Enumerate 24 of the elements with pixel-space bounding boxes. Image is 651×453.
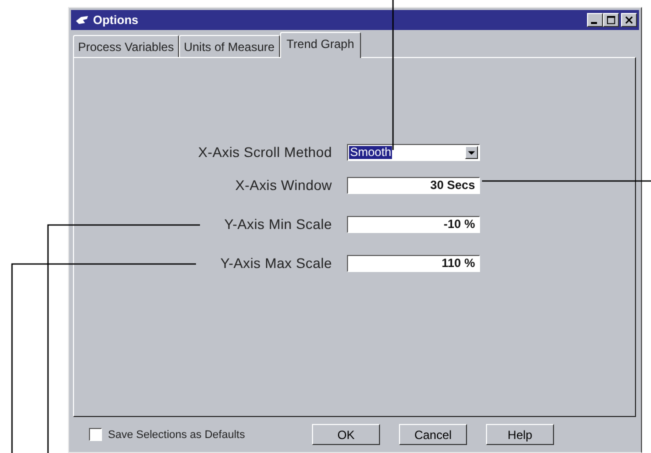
window-title: Options	[93, 13, 140, 27]
field-label: X-Axis Scroll Method	[197, 144, 332, 161]
input-field[interactable]: 110 %	[347, 255, 480, 272]
dialog-button[interactable]: Help	[486, 424, 554, 445]
input-field[interactable]: 30 Secs	[347, 177, 480, 194]
tab[interactable]: Units of Measure	[178, 35, 280, 57]
minimize-icon	[591, 22, 597, 24]
dropdown[interactable]: Smooth	[347, 144, 480, 161]
tab[interactable]: Trend Graph	[280, 32, 362, 58]
tab[interactable]: Process Variables	[73, 35, 179, 57]
minimize-button[interactable]	[587, 13, 603, 27]
maximize-icon	[606, 16, 616, 24]
field-label: Y-Axis Max Scale	[219, 255, 332, 272]
input-field[interactable]: -10 %	[347, 216, 480, 233]
checkbox[interactable]	[89, 428, 102, 441]
dialog-button[interactable]: Cancel	[399, 424, 467, 445]
field-label: Y-Axis Min Scale	[223, 216, 332, 233]
hand-icon	[75, 15, 89, 25]
field-label: X-Axis Window	[234, 177, 332, 194]
dialog-button[interactable]: OK	[312, 424, 380, 445]
close-button[interactable]	[621, 13, 637, 27]
maximize-button[interactable]	[603, 13, 619, 27]
close-icon	[624, 16, 634, 24]
checkbox-label: Save Selections as Defaults	[108, 428, 245, 440]
